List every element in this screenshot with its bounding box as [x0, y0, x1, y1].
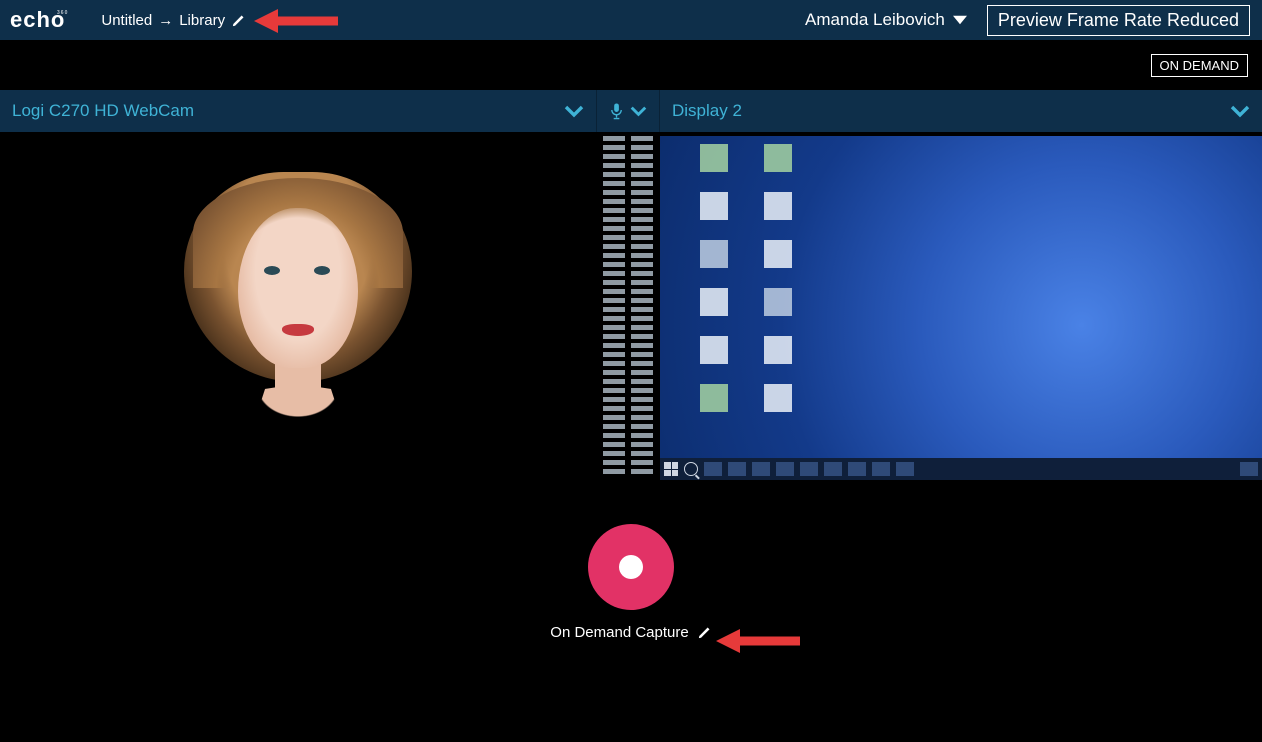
capture-caption-row[interactable]: On Demand Capture — [550, 624, 711, 641]
framerate-badge: Preview Frame Rate Reduced — [987, 5, 1250, 36]
record-button[interactable] — [588, 524, 674, 610]
arrow-right-icon: → — [158, 12, 173, 29]
user-menu[interactable]: Amanda Leibovich — [805, 10, 967, 30]
caret-down-icon — [953, 13, 967, 27]
chevron-down-icon — [564, 101, 584, 121]
logo-sub: 360 — [57, 10, 68, 16]
source-header-row: Logi C270 HD WebCam Display 2 — [0, 90, 1262, 132]
topbar: echo 360 Untitled → Library Amanda Leibo… — [0, 0, 1262, 40]
display-preview — [660, 132, 1262, 480]
logo: echo 360 — [10, 7, 65, 33]
microphone-icon — [609, 102, 624, 120]
camera-preview — [0, 132, 596, 480]
chevron-down-icon — [1230, 101, 1250, 121]
camera-source-selector[interactable]: Logi C270 HD WebCam — [0, 90, 596, 132]
audio-meter-right — [631, 136, 653, 476]
user-name: Amanda Leibovich — [805, 10, 945, 30]
on-demand-badge: ON DEMAND — [1151, 54, 1248, 77]
preview-row — [0, 132, 1262, 480]
mic-source-selector[interactable] — [596, 90, 660, 132]
record-area: On Demand Capture — [0, 524, 1262, 641]
title-area[interactable]: Untitled → Library — [101, 12, 246, 29]
search-icon — [684, 462, 698, 476]
start-icon — [664, 462, 678, 476]
taskbar — [660, 458, 1262, 480]
record-icon — [619, 555, 643, 579]
audio-meter-left — [603, 136, 625, 476]
pencil-icon[interactable] — [697, 625, 712, 640]
title-untitled: Untitled — [101, 12, 152, 29]
chevron-down-icon — [630, 102, 647, 120]
capture-caption: On Demand Capture — [550, 624, 688, 641]
status-row: ON DEMAND — [0, 40, 1262, 90]
audio-level-meter — [596, 132, 660, 480]
display-preview-image — [660, 136, 1262, 480]
camera-source-label: Logi C270 HD WebCam — [12, 101, 194, 121]
pencil-icon[interactable] — [231, 13, 246, 28]
title-destination: Library — [179, 12, 225, 29]
display-source-label: Display 2 — [672, 101, 742, 121]
display-source-selector[interactable]: Display 2 — [660, 90, 1262, 132]
camera-preview-image — [148, 138, 448, 474]
